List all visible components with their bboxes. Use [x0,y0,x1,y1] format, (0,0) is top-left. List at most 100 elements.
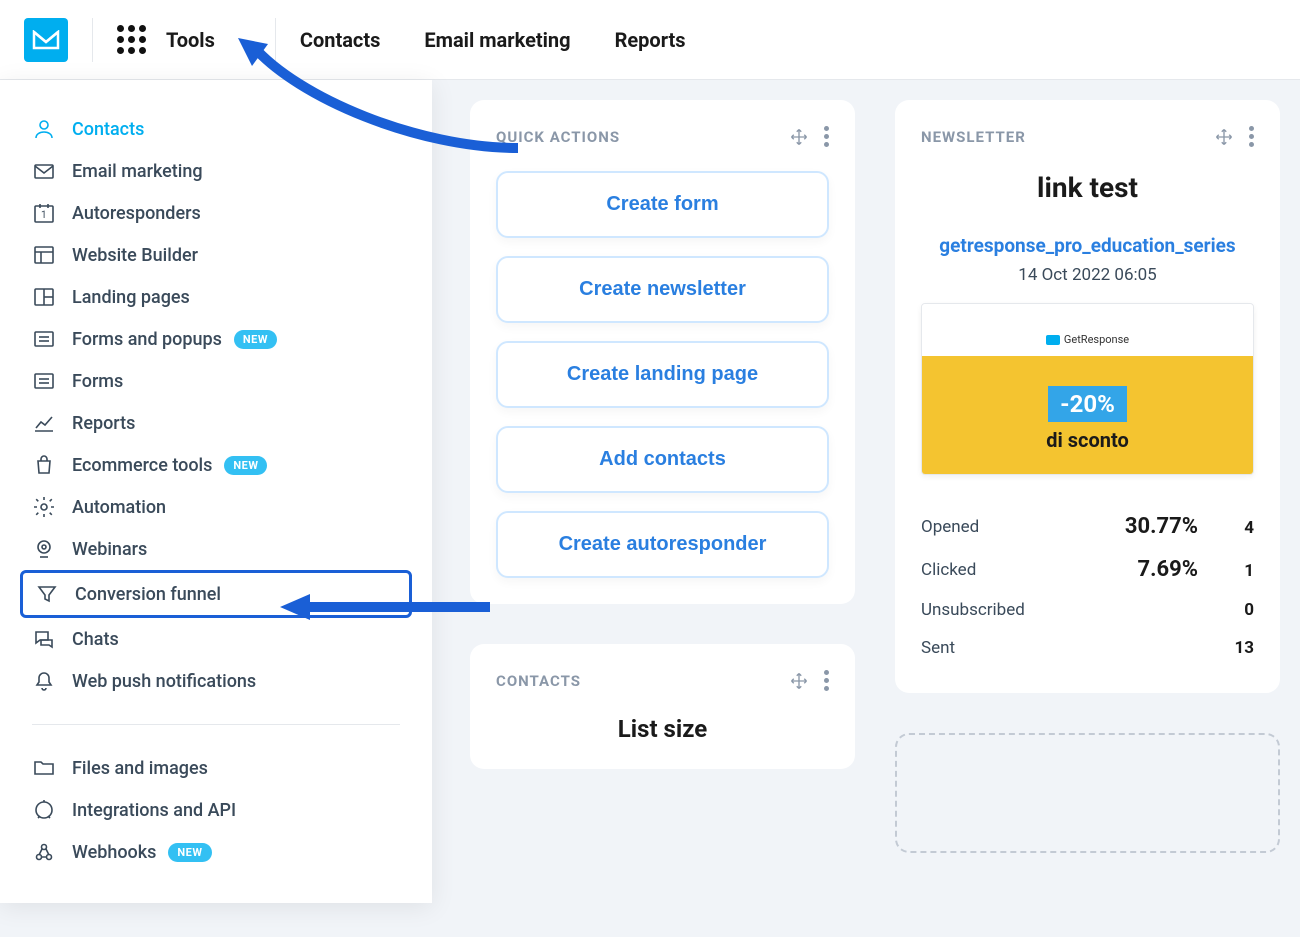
dd-item-forms-popups[interactable]: Forms and popups NEW [20,318,412,360]
preview-subtext: di sconto [932,428,1243,452]
webcam-icon [32,537,56,561]
stat-count: 4 [1228,518,1254,538]
logo[interactable] [24,18,68,62]
dd-label: Autoresponders [72,203,201,224]
divider [32,724,400,725]
placeholder-card[interactable] [895,733,1280,853]
funnel-icon [35,582,59,606]
tools-dropdown: Contacts Email marketing 1 Autoresponder… [0,80,432,903]
top-nav: Tools Contacts Email marketing Reports [0,0,1300,80]
preview-header [922,304,1253,329]
bell-icon [32,669,56,693]
stat-label: Sent [921,638,955,658]
preview-brand: GetResponse [922,329,1253,356]
dashboard-content: QUICK ACTIONS Create form Create newslet… [470,100,1280,853]
new-badge: NEW [224,456,267,475]
create-form-button[interactable]: Create form [496,171,829,238]
mini-logo-icon [1046,335,1060,345]
dd-label: Ecommerce tools [72,455,212,476]
layout-grid-icon [32,243,56,267]
preview-body: -20% di sconto [922,356,1253,474]
folder-icon [32,756,56,780]
dd-item-files[interactable]: Files and images [20,747,412,789]
dd-label: Reports [72,413,135,434]
stat-opened: Opened 30.77% 4 [921,505,1254,548]
create-landing-page-button[interactable]: Create landing page [496,341,829,408]
apps-grid-icon[interactable] [117,25,146,54]
kebab-menu-icon[interactable] [824,126,829,147]
divider [92,18,93,62]
annotation-arrow-2 [280,592,490,626]
nav-tools[interactable]: Tools [166,28,215,52]
card-title: CONTACTS [496,672,581,690]
move-icon[interactable] [790,672,808,690]
dd-item-autoresponders[interactable]: 1 Autoresponders [20,192,412,234]
dd-item-webinars[interactable]: Webinars [20,528,412,570]
stat-unsubscribed: Unsubscribed 0 [921,591,1254,629]
card-title: NEWSLETTER [921,128,1026,146]
add-contacts-button[interactable]: Add contacts [496,426,829,493]
kebab-menu-icon[interactable] [1249,126,1254,147]
create-autoresponder-button[interactable]: Create autoresponder [496,511,829,578]
kebab-menu-icon[interactable] [824,670,829,691]
dd-item-landing-pages[interactable]: Landing pages [20,276,412,318]
stat-value: 7.69% [1137,557,1198,582]
dd-label: Webinars [72,539,147,560]
quick-actions-card: QUICK ACTIONS Create form Create newslet… [470,100,855,604]
move-icon[interactable] [790,128,808,146]
dd-label: Forms and popups [72,329,222,350]
svg-text:1: 1 [41,210,47,221]
dd-label: Files and images [72,758,208,779]
dd-item-reports[interactable]: Reports [20,402,412,444]
plug-icon [32,798,56,822]
dd-label: Email marketing [72,161,203,182]
stat-count: 0 [1228,600,1254,620]
nav-reports[interactable]: Reports [615,28,686,52]
stat-count: 13 [1228,638,1254,658]
dd-label: Webhooks [72,842,156,863]
calendar-icon: 1 [32,201,56,225]
newsletter-date: 14 Oct 2022 06:05 [921,265,1254,285]
stat-label: Unsubscribed [921,600,1025,620]
dd-label: Website Builder [72,245,198,266]
layout-icon [32,285,56,309]
stat-label: Opened [921,517,979,537]
stat-sent: Sent 13 [921,629,1254,667]
person-icon [32,117,56,141]
dd-label: Chats [72,629,119,650]
new-badge: NEW [168,843,211,862]
dd-label: Integrations and API [72,800,236,821]
dd-item-forms[interactable]: Forms [20,360,412,402]
preview-brand-text: GetResponse [1064,333,1129,346]
stat-value: 30.77% [1125,514,1198,539]
envelope-icon [32,159,56,183]
move-icon[interactable] [1215,128,1233,146]
chat-icon [32,627,56,651]
dd-item-web-push[interactable]: Web push notifications [20,660,412,702]
dd-item-ecommerce[interactable]: Ecommerce tools NEW [20,444,412,486]
dd-item-automation[interactable]: Automation [20,486,412,528]
dd-item-webhooks[interactable]: Webhooks NEW [20,831,412,873]
newsletter-heading: link test [921,171,1254,204]
new-badge: NEW [234,330,277,349]
stat-count: 1 [1228,561,1254,581]
annotation-arrow-1 [238,38,518,162]
newsletter-link[interactable]: getresponse_pro_education_series [921,234,1254,257]
create-newsletter-button[interactable]: Create newsletter [496,256,829,323]
newsletter-stats: Opened 30.77% 4 Clicked 7.69% 1 Unsubscr… [921,505,1254,667]
stat-clicked: Clicked 7.69% 1 [921,548,1254,591]
dd-label: Automation [72,497,166,518]
chart-icon [32,411,56,435]
dd-item-integrations[interactable]: Integrations and API [20,789,412,831]
gear-icon [32,495,56,519]
form-icon [32,369,56,393]
stat-label: Clicked [921,560,976,580]
newsletter-card: NEWSLETTER link test getresponse_pro_edu… [895,100,1280,693]
dd-label: Contacts [72,119,144,140]
dd-label: Landing pages [72,287,190,308]
newsletter-preview[interactable]: GetResponse -20% di sconto [921,303,1254,475]
contacts-card: CONTACTS List size [470,644,855,769]
dd-item-website-builder[interactable]: Website Builder [20,234,412,276]
dd-label: Forms [72,371,123,392]
bag-icon [32,453,56,477]
